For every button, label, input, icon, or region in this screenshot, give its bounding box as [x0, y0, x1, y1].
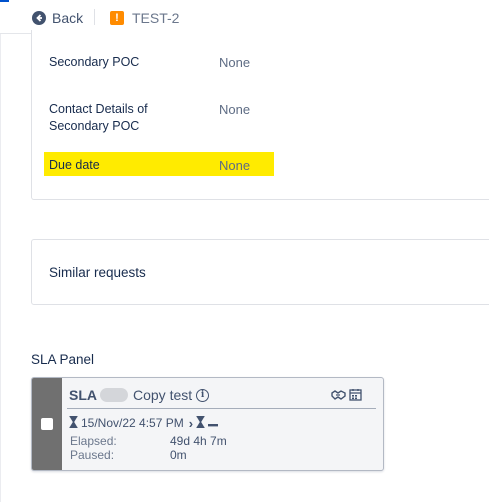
- top-bar: Back ! TEST-2: [0, 0, 489, 34]
- sla-panel-heading: SLA Panel: [31, 352, 95, 367]
- sla-checkbox[interactable]: [41, 418, 53, 430]
- handshake-icon[interactable]: [331, 388, 346, 406]
- info-icon[interactable]: i: [196, 388, 210, 402]
- dash-icon: [208, 416, 219, 430]
- sla-badge: [100, 388, 128, 402]
- left-rule: [0, 34, 1, 502]
- sla-goal: Copy test: [133, 387, 193, 403]
- arrow-left-icon: [32, 11, 46, 25]
- paused-value: 0m: [170, 448, 187, 462]
- field-label-contact-details: Contact Details of Secondary POC: [49, 102, 148, 133]
- sla-name: SLA: [69, 387, 97, 403]
- back-button[interactable]: Back: [32, 9, 83, 27]
- field-value-due-date: None: [219, 158, 251, 173]
- elapsed-value: 49d 4h 7m: [170, 434, 227, 448]
- elapsed-label: Elapsed:: [70, 434, 117, 448]
- chevron-right-icon: ›: [188, 415, 194, 431]
- sla-status-stripe: [32, 378, 62, 470]
- calendar-icon[interactable]: [349, 388, 362, 406]
- sla-item: SLA Copy test i 15/Nov/22 4:57 PM › Elap…: [31, 377, 384, 471]
- sla-divider: [67, 408, 376, 409]
- issue-link[interactable]: ! TEST-2: [110, 9, 179, 27]
- similar-requests-title: Similar requests: [49, 265, 146, 280]
- hourglass-icon: [196, 415, 205, 431]
- issue-key: TEST-2: [132, 10, 180, 26]
- back-label: Back: [52, 10, 84, 26]
- similar-requests-card[interactable]: Similar requests: [31, 239, 489, 305]
- field-label-due-date: Due date: [49, 158, 100, 172]
- hourglass-icon: [69, 415, 78, 431]
- field-value-secondary-poc: None: [219, 55, 251, 70]
- exclamation-icon: !: [110, 11, 124, 25]
- field-label-secondary-poc: Secondary POC: [49, 55, 140, 69]
- details-card: Secondary POC None Contact Details of Se…: [31, 30, 489, 200]
- sla-due-date: 15/Nov/22 4:57 PM: [81, 416, 184, 430]
- field-value-contact-details: None: [219, 102, 251, 117]
- header-divider: [94, 9, 95, 25]
- top-accent: [0, 0, 9, 2]
- paused-label: Paused:: [70, 448, 115, 462]
